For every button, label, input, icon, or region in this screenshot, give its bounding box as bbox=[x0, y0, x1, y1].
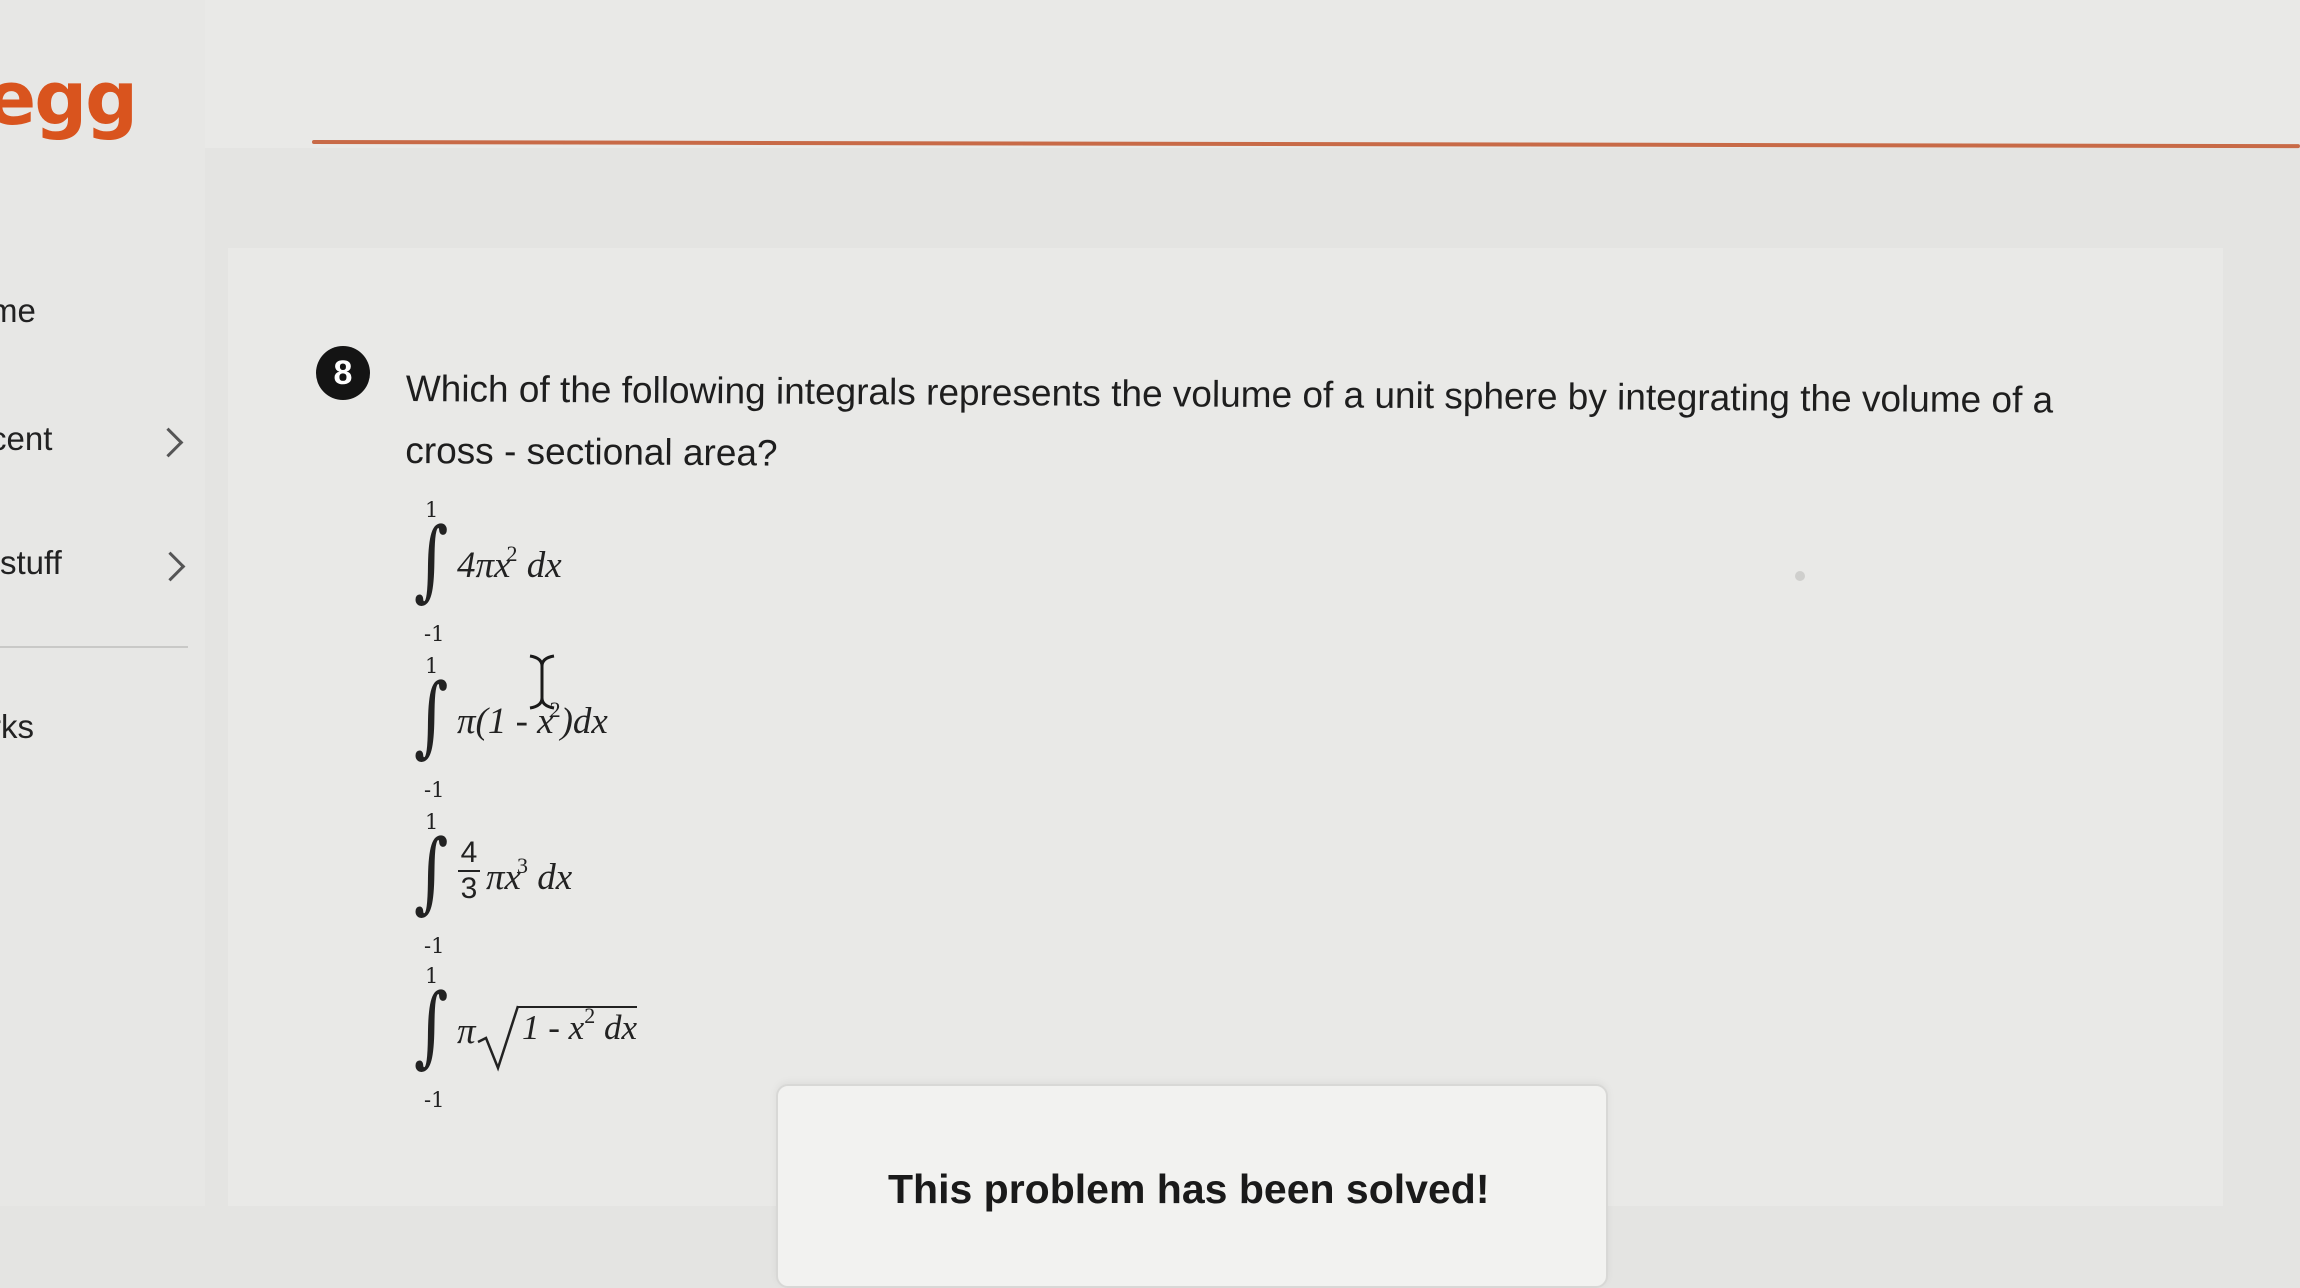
answer-option-3[interactable]: 1 ∫ -1 4 3 πx3 dx bbox=[410, 810, 810, 960]
radicand-term: 1 - x bbox=[522, 1008, 585, 1047]
radicand: 1 - x2 dx bbox=[518, 1003, 637, 1048]
integrand-coefficient: π bbox=[457, 1011, 476, 1052]
integral-lower-limit: -1 bbox=[424, 622, 445, 646]
cursor-dot-icon bbox=[1795, 571, 1805, 581]
sidebar-divider bbox=[0, 646, 188, 648]
exponent: 3 bbox=[516, 853, 528, 878]
top-bar bbox=[205, 0, 2300, 148]
answer-option-1[interactable]: 1 ∫ -1 4πx2 dx bbox=[410, 498, 810, 648]
step-number-badge: 8 bbox=[316, 346, 370, 400]
integral-lower-limit: -1 bbox=[424, 778, 445, 802]
answer-option-2[interactable]: 1 ∫ -1 π(1 - x2)dx bbox=[410, 654, 810, 804]
exponent: 2 bbox=[506, 541, 518, 566]
integrand-term: πx bbox=[486, 857, 521, 898]
fraction-numerator: 4 bbox=[460, 836, 478, 869]
text-cursor-icon bbox=[529, 654, 555, 710]
solution-card: This problem has been solved! bbox=[776, 1084, 1608, 1288]
differential: dx bbox=[603, 1008, 637, 1047]
chevron-right-icon[interactable] bbox=[155, 551, 186, 582]
differential: )dx bbox=[560, 701, 608, 742]
integral-sign-icon: ∫ bbox=[414, 508, 449, 611]
integrand: πx3 dx bbox=[486, 853, 573, 899]
integral-lower-limit: -1 bbox=[424, 934, 445, 958]
sidebar-item-recent[interactable]: cent bbox=[0, 420, 52, 458]
chevron-right-icon[interactable] bbox=[153, 427, 184, 458]
integral-sign-icon: ∫ bbox=[414, 664, 449, 767]
sidebar-item-home[interactable]: me bbox=[0, 292, 36, 330]
sidebar-item-bookmarks[interactable]: rks bbox=[0, 708, 34, 746]
integral-sign-icon: ∫ bbox=[414, 820, 449, 923]
question-text: Which of the following integrals represe… bbox=[405, 367, 2054, 474]
integral-lower-limit: -1 bbox=[424, 1088, 445, 1112]
sidebar-item-label: stuff bbox=[0, 544, 62, 581]
exponent: 2 bbox=[584, 1003, 596, 1028]
answer-option-4[interactable]: 1 ∫ -1 π 1 - x2 dx bbox=[410, 964, 810, 1114]
sidebar-item-label: cent bbox=[0, 420, 53, 457]
square-root: 1 - x2 dx bbox=[476, 1003, 637, 1077]
radical-sign-icon bbox=[477, 1005, 520, 1072]
fraction-denominator: 3 bbox=[460, 872, 478, 905]
integrand: 4πx2 dx bbox=[457, 541, 562, 587]
fraction: 4 3 bbox=[458, 838, 480, 904]
sidebar-item-label: me bbox=[0, 292, 36, 329]
sidebar-item-label: rks bbox=[0, 708, 34, 745]
sidebar: egg me cent stuff rks bbox=[0, 0, 205, 1206]
differential: dx bbox=[526, 545, 562, 586]
integrand-term: 4πx bbox=[457, 545, 511, 586]
integral-sign-icon: ∫ bbox=[414, 974, 449, 1077]
differential: dx bbox=[537, 857, 573, 898]
logo[interactable]: egg bbox=[0, 62, 138, 136]
sidebar-item-stuff[interactable]: stuff bbox=[0, 544, 62, 582]
